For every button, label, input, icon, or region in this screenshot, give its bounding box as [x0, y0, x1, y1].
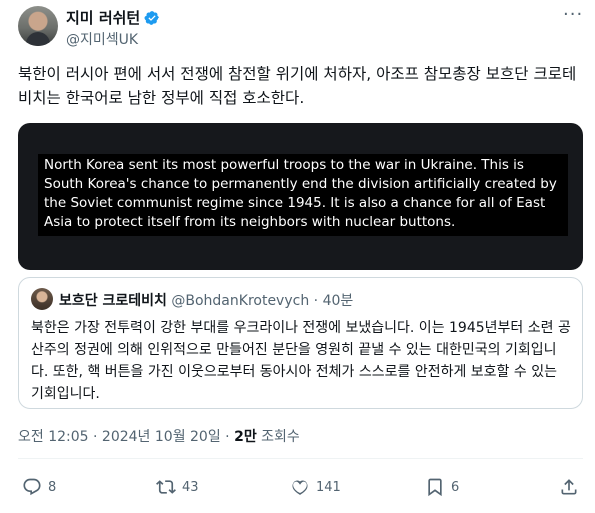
- like-icon: [292, 480, 308, 495]
- retweet-count: 43: [182, 479, 199, 495]
- quoted-author-name: 보흐단 크로테비치: [59, 293, 167, 309]
- quoted-tweet[interactable]: 보흐단 크로테비치 @BohdanKrotevych · 40분 북한은 가장 …: [18, 277, 583, 409]
- quoted-separator: ·: [309, 293, 323, 309]
- reply-button[interactable]: 8: [22, 477, 56, 497]
- tweet-time[interactable]: 오전 12:05: [18, 429, 89, 445]
- quoted-author-avatar: [31, 288, 53, 310]
- quoted-author-handle: @BohdanKrotevych: [171, 293, 310, 309]
- share-icon: [561, 479, 577, 495]
- like-count: 141: [316, 479, 341, 495]
- like-button[interactable]: 141: [290, 477, 341, 497]
- retweet-button[interactable]: 43: [156, 477, 199, 497]
- bookmark-button[interactable]: 6: [425, 477, 459, 497]
- quoted-time: 40분: [322, 293, 354, 309]
- verified-badge-icon: [144, 10, 160, 25]
- quoted-tweet-text: 북한은 가장 전투력이 강한 부대를 우크라이나 전쟁에 보냈습니다. 이는 1…: [31, 320, 571, 402]
- tweet-media[interactable]: North Korea sent its most powerful troop…: [18, 123, 583, 270]
- reply-count: 8: [48, 479, 57, 495]
- action-divider: [18, 458, 583, 459]
- tweet-text: 북한이 러시아 편에 서서 전쟁에 참전할 위기에 처하자, 아조프 참모총장 …: [18, 65, 577, 107]
- author-display-name[interactable]: 지미 러쉬턴: [66, 7, 140, 28]
- reply-icon: [23, 478, 41, 496]
- more-icon[interactable]: ···: [563, 6, 583, 28]
- author-handle[interactable]: @지미섹UK: [66, 29, 138, 49]
- tweet-meta: 오전 12:05 · 2024년 10월 20일 · 2만 조회수: [18, 426, 300, 446]
- author-avatar[interactable]: [18, 6, 58, 46]
- views-count: 2만: [234, 429, 257, 445]
- meta-dot-2: ·: [220, 429, 235, 445]
- retweet-icon: [156, 480, 176, 494]
- media-caption: North Korea sent its most powerful troop…: [38, 154, 568, 236]
- share-button[interactable]: [559, 477, 585, 497]
- bookmark-icon: [428, 478, 442, 497]
- author-name-row: 지미 러쉬턴: [66, 7, 160, 28]
- bookmark-count: 6: [451, 479, 460, 495]
- meta-dot: ·: [88, 429, 102, 445]
- tweet-date[interactable]: 2024년 10월 20일: [102, 429, 221, 445]
- quoted-tweet-header: 보흐단 크로테비치 @BohdanKrotevych · 40분: [59, 290, 353, 310]
- views-label: 조회수: [256, 429, 300, 445]
